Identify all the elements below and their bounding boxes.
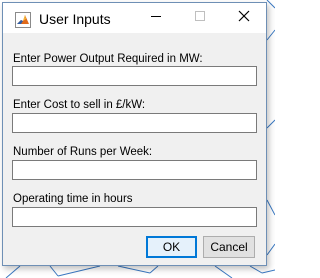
minimize-icon xyxy=(150,9,162,27)
user-inputs-dialog: User Inputs Enter Power Output Required … xyxy=(2,2,267,266)
screen: User Inputs Enter Power Output Required … xyxy=(0,0,275,278)
minimize-button[interactable] xyxy=(134,3,178,33)
title-bar[interactable]: User Inputs xyxy=(3,3,266,33)
runs-per-week-label: Number of Runs per Week: xyxy=(13,146,153,158)
operating-time-input[interactable] xyxy=(12,207,257,227)
close-button[interactable] xyxy=(222,3,266,33)
cost-to-sell-label: Enter Cost to sell in £/kW: xyxy=(13,99,146,111)
close-icon xyxy=(238,9,250,27)
runs-per-week-input[interactable] xyxy=(12,160,257,180)
cancel-button[interactable]: Cancel xyxy=(203,236,255,258)
power-output-label: Enter Power Output Required in MW: xyxy=(13,53,203,65)
operating-time-label: Operating time in hours xyxy=(13,193,133,205)
maximize-button xyxy=(178,3,222,33)
ok-button[interactable]: OK xyxy=(146,236,197,258)
matlab-icon xyxy=(15,12,31,28)
cost-to-sell-input[interactable] xyxy=(12,113,257,133)
maximize-icon xyxy=(194,9,206,27)
power-output-input[interactable] xyxy=(12,66,257,86)
window-title: User Inputs xyxy=(39,11,111,27)
